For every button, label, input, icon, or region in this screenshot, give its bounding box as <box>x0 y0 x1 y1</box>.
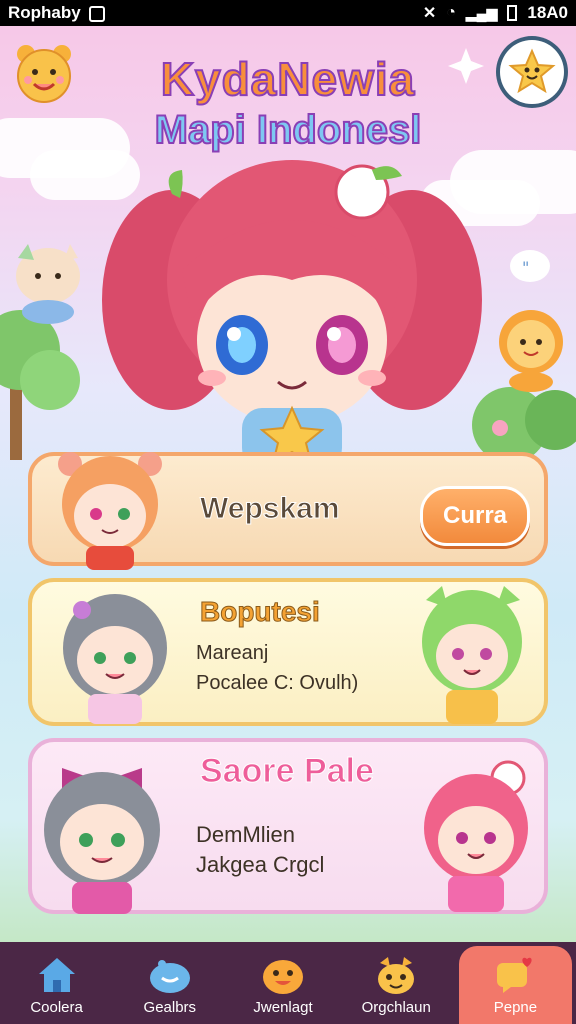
avatar-orange-hair <box>58 452 162 570</box>
cat-creature-left <box>16 244 80 324</box>
app-notification-icon <box>88 5 105 22</box>
avatar-gray-hair <box>63 594 167 724</box>
chat-heart-icon <box>493 955 537 995</box>
sale-title: Saore Pale <box>200 752 375 791</box>
nav-label-creature: Orgchlaun <box>361 999 431 1016</box>
nav-item-gallery[interactable]: Gealbrs <box>113 942 226 1024</box>
continue-button[interactable]: Curra <box>420 486 530 546</box>
welcome-card[interactable]: Wepskam Curra <box>28 452 548 570</box>
nav-item-smile[interactable]: Jwenlagt <box>226 942 339 1024</box>
nav-item-chat[interactable]: Pepne <box>458 946 573 1024</box>
nav-item-home[interactable]: Coolera <box>0 942 113 1024</box>
sale-line-2: Jakgea Crgcl <box>196 852 325 877</box>
nav-label-gallery: Gealbrs <box>143 999 197 1016</box>
status-app-name: Rophaby <box>8 3 81 22</box>
app-title: KydaNewia <box>160 52 416 106</box>
welcome-label: Wepskam <box>200 492 341 526</box>
wifi-icon: ◔ <box>446 4 456 21</box>
sale-line-1: DemMlien <box>196 822 296 847</box>
avatar-green-hair <box>422 586 522 724</box>
nav-label-smile: Jwenlagt <box>253 999 313 1016</box>
lion-creature-right <box>499 310 563 392</box>
info-card[interactable]: Boputesi Mareanj Pocalee C: Ovulh) <box>28 578 548 726</box>
info-title: Boputesi <box>200 596 321 628</box>
smiley-icon <box>261 955 305 995</box>
battery-icon <box>507 5 518 21</box>
bottom-nav: Coolera Gealbrs Jwenlagt Orgchlaun Pepne <box>0 942 576 1024</box>
info-line-2: Pocalee C: Ovulh) <box>196 672 359 694</box>
avatar-bow-girl <box>44 768 160 914</box>
svg-text:": " <box>522 258 529 277</box>
home-icon <box>35 955 79 995</box>
avatar-pink-hair <box>424 760 528 912</box>
nav-label-home: Coolera <box>30 999 83 1016</box>
sale-card[interactable]: Saore Pale DemMlien Jakgea Crgcl <box>28 738 548 914</box>
mute-icon: ✕ <box>422 5 437 22</box>
hero-character <box>102 160 482 460</box>
status-time: 18A0 <box>527 3 568 22</box>
nav-label-chat: Pepne <box>493 999 538 1016</box>
blob-icon <box>148 955 192 995</box>
info-line-1: Mareanj <box>196 642 269 664</box>
nav-item-creature[interactable]: Orgchlaun <box>340 942 453 1024</box>
signal-icon: ▂▄▆ <box>465 4 498 21</box>
creature-icon <box>374 955 418 995</box>
speech-bubble-icon: " <box>510 250 550 282</box>
status-bar: Rophaby ✕ ◔ ▂▄▆ 18A0 <box>0 0 576 26</box>
app-subtitle: Mapi Indonesl <box>154 107 423 153</box>
